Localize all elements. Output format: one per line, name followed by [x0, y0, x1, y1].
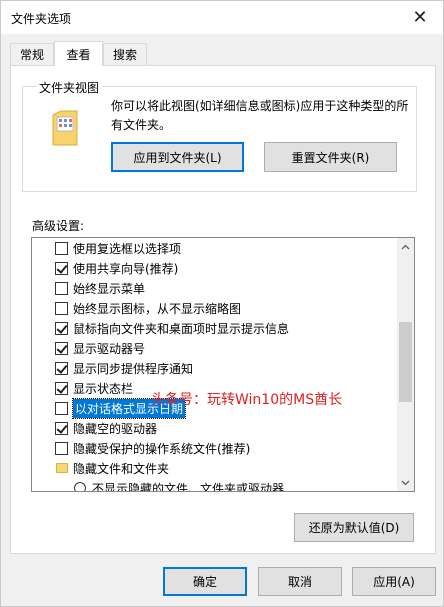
- folder-views-icon: [52, 110, 78, 146]
- advanced-settings-list[interactable]: 使用复选框以选择项 使用共享向导(推荐) 始终显示菜单 始终显示图标，从不显示缩…: [31, 237, 415, 492]
- checkbox[interactable]: [55, 341, 68, 355]
- list-item-selected[interactable]: 以对话格式显示日期: [32, 397, 398, 419]
- folder-views-description: 你可以将此视图(如详细信息或图标)应用于这种类型的所有文件夹。: [111, 99, 409, 132]
- list-item-label: 隐藏文件和文件夹: [73, 461, 170, 476]
- list-item-label: 始终显示图标，从不显示缩略图: [73, 301, 242, 316]
- list-item-label: 鼠标指向文件夹和桌面项时显示提示信息: [73, 321, 290, 336]
- list-item[interactable]: 鼠标指向文件夹和桌面项时显示提示信息: [32, 318, 398, 338]
- checkbox[interactable]: [55, 441, 68, 455]
- close-button[interactable]: ✕: [397, 1, 443, 34]
- list-item-label: 显示同步提供程序通知: [73, 361, 194, 376]
- restore-defaults-button[interactable]: 还原为默认值(D): [294, 513, 414, 542]
- apply-to-folders-button[interactable]: 应用到文件夹(L): [111, 142, 244, 172]
- chevron-down-icon: [401, 480, 410, 485]
- restore-defaults-label: 还原为默认值(D): [308, 521, 400, 535]
- checkbox[interactable]: [55, 401, 68, 415]
- apply-to-folders-label: 应用到文件夹(L): [133, 150, 222, 165]
- folder-icon: [56, 463, 68, 473]
- scroll-down-arrow[interactable]: [397, 474, 414, 491]
- checkbox[interactable]: [55, 241, 68, 255]
- close-icon: ✕: [412, 7, 428, 28]
- tab-general[interactable]: 常规: [10, 43, 54, 65]
- list-item-label: 隐藏空的驱动器: [73, 421, 158, 436]
- checkbox[interactable]: [55, 381, 68, 395]
- list-item[interactable]: 始终显示菜单: [32, 278, 398, 298]
- list-item-label: 始终显示菜单: [73, 281, 146, 296]
- list-item-label: 显示状态栏: [73, 381, 134, 396]
- checkbox[interactable]: [55, 301, 68, 315]
- list-item[interactable]: 使用复选框以选择项: [32, 238, 398, 258]
- folder-views-legend: 文件夹视图: [36, 79, 103, 96]
- vertical-scrollbar[interactable]: [397, 238, 414, 491]
- tab-view[interactable]: 查看: [54, 41, 103, 66]
- list-item-label: 不显示隐藏的文件、文件夹或驱动器: [92, 481, 285, 492]
- list-item-label: 隐藏受保护的操作系统文件(推荐): [73, 441, 251, 456]
- reset-folders-label: 重置文件夹(R): [291, 150, 370, 165]
- reset-folders-button[interactable]: 重置文件夹(R): [264, 142, 397, 172]
- apply-button[interactable]: 应用(A): [352, 567, 436, 596]
- tab-search[interactable]: 搜索: [103, 43, 147, 65]
- list-item[interactable]: 隐藏空的驱动器: [32, 418, 398, 438]
- list-item-label: 使用复选框以选择项: [73, 241, 182, 256]
- tab-general-label: 常规: [19, 48, 44, 62]
- window-title: 文件夹选项: [11, 12, 72, 26]
- ok-label: 确定: [192, 575, 217, 589]
- tab-view-label: 查看: [66, 47, 91, 62]
- ok-button[interactable]: 确定: [163, 567, 247, 596]
- checkbox[interactable]: [55, 321, 68, 335]
- radio-button[interactable]: [74, 482, 86, 491]
- list-item[interactable]: 隐藏受保护的操作系统文件(推荐): [32, 438, 398, 458]
- list-item[interactable]: 显示驱动器号: [32, 338, 398, 358]
- apply-label: 应用(A): [373, 575, 415, 589]
- folder-options-dialog: 文件夹选项 ✕ 常规 查看 搜索 文件夹视图 你可以将此视图(如详细信息或图标)…: [0, 0, 444, 607]
- list-item[interactable]: 显示状态栏: [32, 378, 398, 398]
- tab-search-label: 搜索: [112, 48, 137, 62]
- scroll-thumb[interactable]: [399, 322, 412, 402]
- scroll-up-arrow[interactable]: [397, 238, 414, 255]
- list-item[interactable]: 始终显示图标，从不显示缩略图: [32, 298, 398, 318]
- checkbox[interactable]: [55, 261, 68, 275]
- chevron-up-icon: [401, 244, 410, 249]
- list-item-group: 隐藏文件和文件夹: [32, 458, 398, 478]
- list-item-label: 显示驱动器号: [73, 341, 146, 356]
- list-item[interactable]: 不显示隐藏的文件、文件夹或驱动器: [32, 478, 398, 492]
- checkbox[interactable]: [55, 421, 68, 435]
- list-item[interactable]: 使用共享向导(推荐): [32, 258, 398, 278]
- cancel-button[interactable]: 取消: [258, 567, 342, 596]
- cancel-label: 取消: [287, 575, 312, 589]
- checkbox[interactable]: [55, 281, 68, 295]
- checkbox[interactable]: [55, 361, 68, 375]
- title-bar: 文件夹选项 ✕: [1, 1, 443, 34]
- advanced-settings-label: 高级设置:: [32, 219, 85, 233]
- list-item-label: 使用共享向导(推荐): [73, 261, 179, 276]
- list-item[interactable]: 显示同步提供程序通知: [32, 358, 398, 378]
- list-item-label: 以对话格式显示日期: [71, 397, 187, 419]
